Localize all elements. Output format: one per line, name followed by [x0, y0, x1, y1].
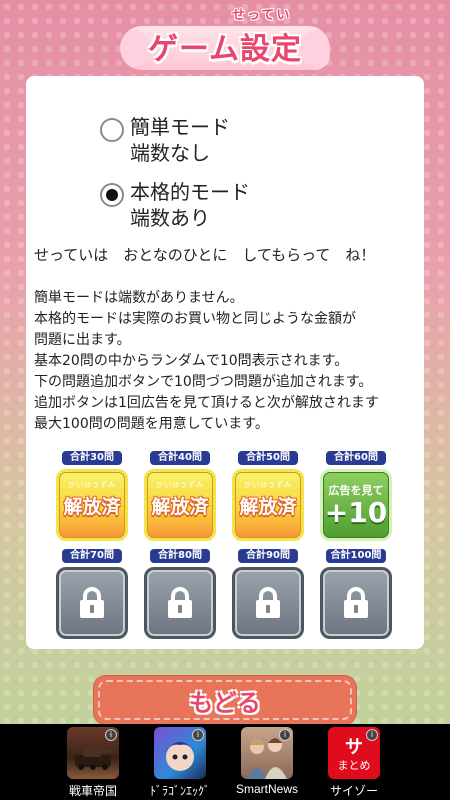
- mode-detail: 端数なし: [130, 141, 210, 165]
- tile-status: 解放済: [151, 496, 209, 518]
- tile-40-unlocked[interactable]: 合計40問 かいほうずみ 解放済: [144, 451, 216, 541]
- page-title: ゲーム設定: [147, 32, 303, 67]
- ad-app-dragon-egg[interactable]: i ﾄﾞﾗｺﾞﾝｴｯｸﾞ: [140, 727, 220, 799]
- tile-label: 合計80問: [150, 549, 210, 563]
- lock-icon: [344, 587, 368, 618]
- tile-label: 合計50問: [238, 451, 298, 465]
- tile-ruby: かいほうずみ: [244, 481, 292, 489]
- tile-label: 合計100問: [326, 549, 386, 563]
- app-name: ﾄﾞﾗｺﾞﾝｴｯｸﾞ: [149, 784, 210, 798]
- tile-label: 合計30問: [62, 451, 122, 465]
- radio-button-easy[interactable]: [100, 118, 124, 142]
- saizo-icon[interactable]: サ まとめ i: [328, 727, 380, 779]
- mode-option-label: 本格的モード 端数あり: [130, 179, 250, 231]
- locked-button[interactable]: [232, 567, 304, 639]
- unlocked-button[interactable]: かいほうずみ 解放済: [232, 469, 304, 541]
- ad-reward: +10: [324, 496, 388, 529]
- locked-button[interactable]: [144, 567, 216, 639]
- mode-detail: 端数あり: [130, 206, 210, 230]
- locked-button[interactable]: [320, 567, 392, 639]
- settings-panel: 簡単モード 端数なし 本格的モード 端数あり せっていは おとなのひとに しても…: [26, 76, 424, 649]
- mode-option-easy[interactable]: 簡単モード 端数なし: [100, 114, 230, 166]
- mode-name: 本格的モード: [130, 180, 250, 204]
- smartnews-icon[interactable]: i: [241, 727, 293, 779]
- unlocked-button[interactable]: かいほうずみ 解放済: [56, 469, 128, 541]
- tank-game-icon[interactable]: i: [67, 727, 119, 779]
- lock-icon: [168, 587, 192, 618]
- tile-30-unlocked[interactable]: 合計30問 かいほうずみ 解放済: [56, 451, 128, 541]
- locked-button[interactable]: [56, 567, 128, 639]
- ad-info-badge: i: [366, 729, 378, 741]
- ad-info-badge: i: [279, 729, 291, 741]
- mode-option-full[interactable]: 本格的モード 端数あり: [100, 179, 250, 231]
- tile-ruby: かいほうずみ: [68, 481, 116, 489]
- ad-info-badge: i: [192, 729, 204, 741]
- ad-info-badge: i: [105, 729, 117, 741]
- ad-app-saizo[interactable]: サ まとめ i サイゾー: [314, 727, 394, 799]
- tile-status: 解放済: [63, 496, 121, 518]
- tile-100-locked[interactable]: 合計100問: [320, 549, 392, 639]
- lock-icon: [256, 587, 280, 618]
- mode-option-label: 簡単モード 端数なし: [130, 114, 230, 166]
- ad-app-smartnews[interactable]: i SmartNews: [227, 727, 307, 796]
- description-line: 基本20問の中からランダムで10問表示されます。: [34, 353, 349, 369]
- ad-app-tank[interactable]: i 戦車帝国: [53, 727, 133, 799]
- tile-label: 合計90問: [238, 549, 298, 563]
- radio-button-full-selected[interactable]: [100, 183, 124, 207]
- tile-status: 解放済: [239, 496, 297, 518]
- app-name: サイゾー: [329, 784, 378, 798]
- description-line: 下の問題追加ボタンで10問づつ問題が追加されます。: [34, 374, 373, 390]
- lock-icon: [80, 587, 104, 618]
- description-line: 簡単モードは端数がありません。: [34, 290, 244, 306]
- description-line: 最大100問の問題を用意しています。: [34, 416, 269, 432]
- tile-label: 合計40問: [150, 451, 210, 465]
- saizo-summary-text: まとめ: [337, 759, 371, 772]
- description-line: 本格的モードは実際のお買い物と同じような金額が: [34, 311, 356, 327]
- tile-label: 合計70問: [62, 549, 122, 563]
- tile-ruby: かいほうずみ: [156, 481, 204, 489]
- tile-80-locked[interactable]: 合計80問: [144, 549, 216, 639]
- tile-90-locked[interactable]: 合計90問: [232, 549, 304, 639]
- back-button-label: もどる: [189, 689, 261, 717]
- watch-ad-button[interactable]: 広告を見て +10: [320, 469, 392, 541]
- description-text: 簡単モードは端数がありません。 本格的モードは実際のお買い物と同じような金額が …: [34, 288, 422, 435]
- app-name: 戦車帝国: [68, 784, 117, 798]
- tile-60-watch-ad[interactable]: 合計60問 広告を見て +10: [320, 451, 392, 541]
- title-banner: せってい ゲーム設定: [0, 0, 450, 78]
- tile-50-unlocked[interactable]: 合計50問 かいほうずみ 解放済: [232, 451, 304, 541]
- parent-notice: せっていは おとなのひとに してもらって ね！: [34, 246, 376, 264]
- back-button[interactable]: もどる: [94, 676, 356, 724]
- unlocked-button[interactable]: かいほうずみ 解放済: [144, 469, 216, 541]
- app-name: SmartNews: [235, 782, 298, 796]
- tile-70-locked[interactable]: 合計70問: [56, 549, 128, 639]
- description-line: 問題に出ます。: [34, 332, 131, 348]
- title-ruby: せってい: [232, 8, 292, 23]
- description-line: 追加ボタンは1回広告を見て頂けると次が解放されます: [34, 395, 379, 411]
- tile-label: 合計60問: [326, 451, 386, 465]
- mode-name: 簡単モード: [130, 115, 230, 139]
- ad-bar: i 戦車帝国 i ﾄﾞﾗｺﾞﾝｴｯｸﾞ i SmartNews サ まとめ i …: [0, 724, 450, 800]
- dragon-egg-icon[interactable]: i: [154, 727, 206, 779]
